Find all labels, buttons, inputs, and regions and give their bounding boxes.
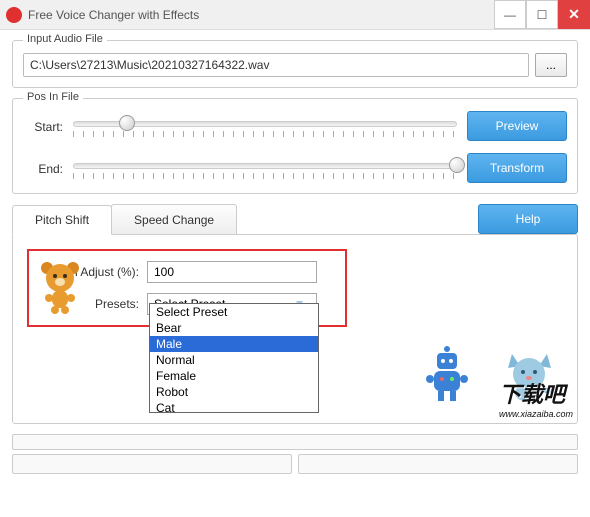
- maximize-button[interactable]: ☐: [526, 0, 558, 29]
- close-button[interactable]: ✕: [558, 0, 590, 29]
- audio-path-input[interactable]: [23, 53, 529, 77]
- app-icon: [6, 7, 22, 23]
- window-title: Free Voice Changer with Effects: [28, 8, 494, 22]
- titlebar: Free Voice Changer with Effects — ☐ ✕: [0, 0, 590, 30]
- end-label: End:: [23, 162, 63, 176]
- start-slider-row: Start:: [23, 115, 457, 139]
- end-slider[interactable]: [73, 157, 457, 181]
- preset-option[interactable]: Bear: [150, 320, 318, 336]
- pos-in-file-group: Pos In File Start: End:: [12, 98, 578, 194]
- preset-option[interactable]: Robot: [150, 384, 318, 400]
- mascots: [422, 343, 557, 403]
- pitch-adjust-input[interactable]: [147, 261, 317, 283]
- progress-bar: [12, 434, 578, 450]
- preset-option[interactable]: Male: [150, 336, 318, 352]
- input-audio-label: Input Audio File: [23, 33, 107, 45]
- robot-mascot-icon: [422, 343, 472, 403]
- presets-dropdown[interactable]: Select PresetBearMaleNormalFemaleRobotCa…: [149, 303, 319, 413]
- cat-mascot-icon: [502, 348, 557, 403]
- tab-pitch-shift[interactable]: Pitch Shift: [12, 205, 112, 235]
- pos-in-file-label: Pos In File: [23, 91, 83, 103]
- tab-speed-change[interactable]: Speed Change: [111, 204, 237, 234]
- browse-button[interactable]: ...: [535, 53, 567, 77]
- minimize-button[interactable]: —: [494, 0, 526, 29]
- end-slider-row: End:: [23, 157, 457, 181]
- preset-option[interactable]: Female: [150, 368, 318, 384]
- preset-option[interactable]: Normal: [150, 352, 318, 368]
- start-label: Start:: [23, 120, 63, 134]
- preset-option[interactable]: Select Preset: [150, 304, 318, 320]
- input-audio-group: Input Audio File ...: [12, 40, 578, 88]
- transform-button[interactable]: Transform: [467, 153, 567, 183]
- bear-mascot-icon: [35, 258, 85, 319]
- highlight-frame: Pitch Adjust (%): Presets: Select Preset…: [27, 249, 347, 327]
- preset-option[interactable]: Cat: [150, 400, 318, 413]
- preview-button[interactable]: Preview: [467, 111, 567, 141]
- status-bar-left: [12, 454, 292, 474]
- status-bar-right: [298, 454, 578, 474]
- start-slider[interactable]: [73, 115, 457, 139]
- window-buttons: — ☐ ✕: [494, 0, 590, 29]
- help-button[interactable]: Help: [478, 204, 578, 234]
- pitch-shift-panel: Pitch Adjust (%): Presets: Select Preset…: [12, 234, 578, 424]
